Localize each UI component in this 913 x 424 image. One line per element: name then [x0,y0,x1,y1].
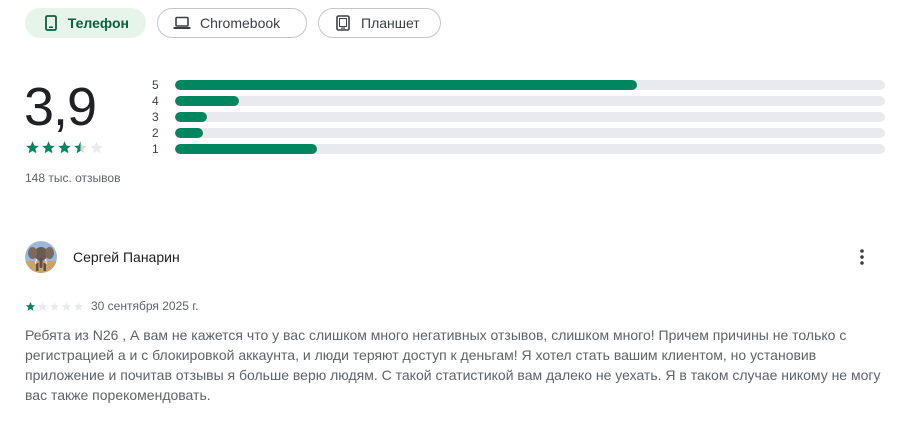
histogram-label: 3 [152,110,159,124]
review-date: 30 сентября 2025 г. [91,299,199,313]
histogram-track [175,80,885,90]
review-text: Ребята из N26 , А вам не кажется что у в… [25,327,881,403]
histogram-label: 1 [152,142,159,156]
review-meta: 30 сентября 2025 г. [25,299,199,313]
histogram-bar [175,112,207,122]
histogram-row-2: 2 [152,125,885,141]
histogram-label: 2 [152,126,159,140]
histogram-track [175,144,885,154]
rating-stars [25,140,104,155]
more-vert-icon [860,249,864,265]
tab-tablet-label: Планшет [361,15,420,31]
tablet-icon [334,14,352,32]
histogram-label: 4 [152,94,159,108]
histogram-row-5: 5 [152,77,885,93]
histogram-label: 5 [152,78,159,92]
histogram-track [175,128,885,138]
tab-phone-label: Телефон [67,15,129,31]
review-header: Сергей Панарин [25,241,890,273]
star-empty-icon [37,301,48,311]
elephant-avatar-icon [25,241,57,273]
average-rating: 3,9 [24,77,97,137]
star-half-icon [74,141,87,154]
histogram-bar [175,96,239,106]
phone-icon [43,14,59,32]
tab-chromebook-label: Chromebook [200,15,281,31]
histogram-bar [175,80,637,90]
tab-phone[interactable]: Телефон [25,8,146,38]
reviews-count: 148 тыс. отзывов [25,171,121,185]
star-empty-icon [73,301,84,311]
avatar [25,241,57,273]
star-empty-icon [49,301,60,311]
star-icon [26,141,39,154]
review-author: Сергей Панарин [73,249,180,265]
star-empty-icon [61,301,72,311]
review-stars [25,301,84,312]
histogram-row-1: 1 [152,141,885,157]
device-tabs: Телефон Chromebook Планшет [25,8,441,38]
rating-histogram: 5 4 3 2 1 [152,77,885,157]
histogram-track [175,96,885,106]
star-icon [25,301,36,311]
histogram-bar [175,144,317,154]
histogram-row-3: 3 [152,109,885,125]
histogram-bar [175,128,204,138]
review-card: Сергей Панарин 30 сентября 2025 г. Ребят… [25,241,890,403]
histogram-row-4: 4 [152,93,885,109]
star-icon [42,141,55,154]
more-options-button[interactable] [852,247,872,267]
tab-tablet[interactable]: Планшет [318,8,441,38]
star-empty-icon [90,141,103,154]
histogram-track [175,112,885,122]
laptop-icon [173,14,191,32]
star-icon [58,141,71,154]
tab-chromebook[interactable]: Chromebook [157,8,307,38]
